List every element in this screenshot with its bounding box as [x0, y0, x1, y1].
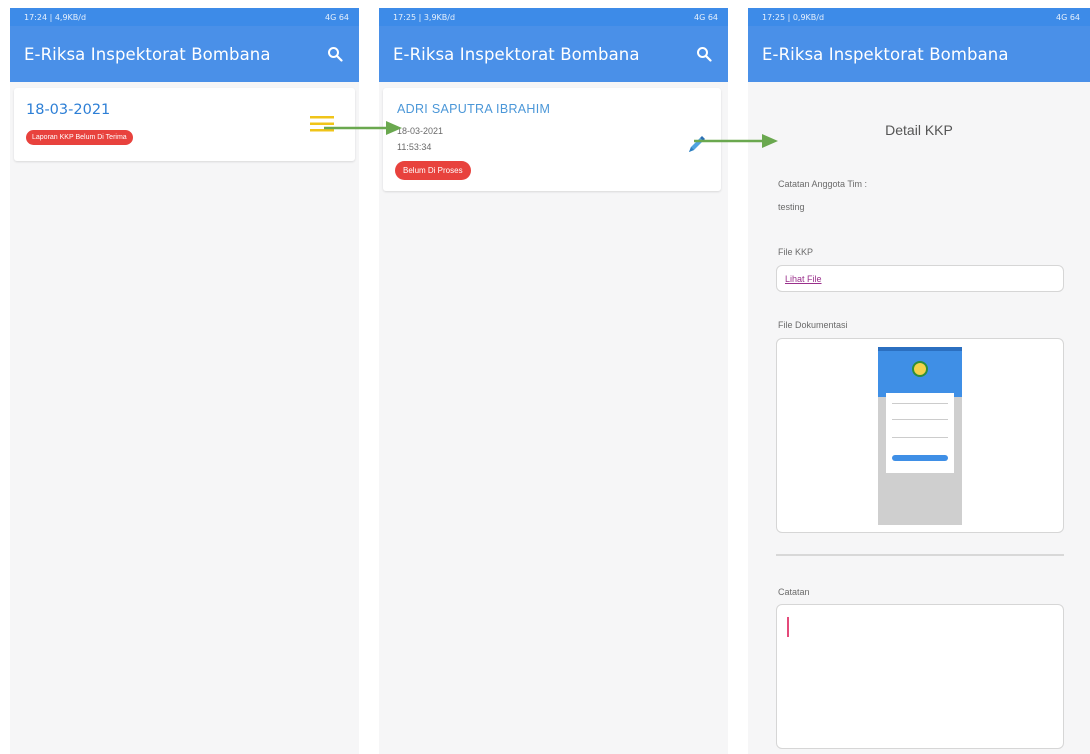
canvas: 17:24 | 4,9KB/d 4G 64 E-Riksa Inspektora…: [0, 0, 1090, 754]
status-bar: 17:24 | 4,9KB/d 4G 64: [10, 8, 359, 26]
app-title: E-Riksa Inspektorat Bombana: [393, 44, 640, 64]
app-bar: E-Riksa Inspektorat Bombana: [10, 26, 359, 82]
member-name: ADRI SAPUTRA IBRAHIM: [397, 102, 551, 116]
screen-list: 17:24 | 4,9KB/d 4G 64 E-Riksa Inspektora…: [10, 8, 359, 754]
status-bar: 17:25 | 0,9KB/d 4G 64: [748, 8, 1090, 26]
list-item[interactable]: 18-03-2021 Laporan KKP Belum Di Terima: [14, 88, 355, 161]
item-time: 11:53:34: [397, 142, 432, 152]
arrow-icon: [694, 134, 778, 148]
status-time: 17:25 | 3,9KB/d: [393, 12, 456, 22]
divider: [776, 554, 1064, 556]
documentation-image-box[interactable]: [776, 338, 1064, 533]
view-file-link[interactable]: Lihat File: [785, 274, 822, 284]
catatan-anggota-value: testing: [778, 202, 805, 212]
status-badge: Laporan KKP Belum Di Terima: [26, 130, 133, 145]
search-icon[interactable]: [325, 44, 345, 64]
status-bar: 17:25 | 3,9KB/d 4G 64: [379, 8, 728, 26]
screen-detail-kkp: 17:25 | 0,9KB/d 4G 64 E-Riksa Inspektora…: [748, 8, 1090, 754]
screen-detail-list: 17:25 | 3,9KB/d 4G 64 E-Riksa Inspektora…: [379, 8, 728, 754]
file-kkp-label: File KKP: [778, 247, 814, 257]
status-badge: Belum Di Proses: [395, 161, 471, 180]
status-right: 4G 64: [324, 12, 349, 22]
catatan-label: Catatan: [778, 587, 810, 597]
file-kkp-field: Lihat File: [776, 265, 1064, 292]
app-title: E-Riksa Inspektorat Bombana: [762, 44, 1009, 64]
status-right: 4G 64: [1055, 12, 1080, 22]
app-title: E-Riksa Inspektorat Bombana: [24, 44, 271, 64]
app-bar: E-Riksa Inspektorat Bombana: [379, 26, 728, 82]
arrow-icon: [324, 121, 402, 135]
catatan-anggota-label: Catatan Anggota Tim :: [778, 179, 868, 189]
item-date: 18-03-2021: [26, 102, 111, 118]
status-time: 17:25 | 0,9KB/d: [762, 12, 825, 22]
text-caret: [787, 617, 789, 637]
file-dokumentasi-label: File Dokumentasi: [778, 320, 848, 330]
search-icon[interactable]: [694, 44, 714, 64]
documentation-thumbnail: [878, 347, 962, 525]
page-title: Detail KKP: [885, 122, 953, 138]
app-bar: E-Riksa Inspektorat Bombana: [748, 26, 1090, 82]
status-right: 4G 64: [693, 12, 718, 22]
status-time: 17:24 | 4,9KB/d: [24, 12, 87, 22]
catatan-textarea[interactable]: [776, 604, 1064, 749]
logo-icon: [912, 361, 928, 377]
list-item[interactable]: ADRI SAPUTRA IBRAHIM 18-03-2021 11:53:34…: [383, 88, 721, 191]
